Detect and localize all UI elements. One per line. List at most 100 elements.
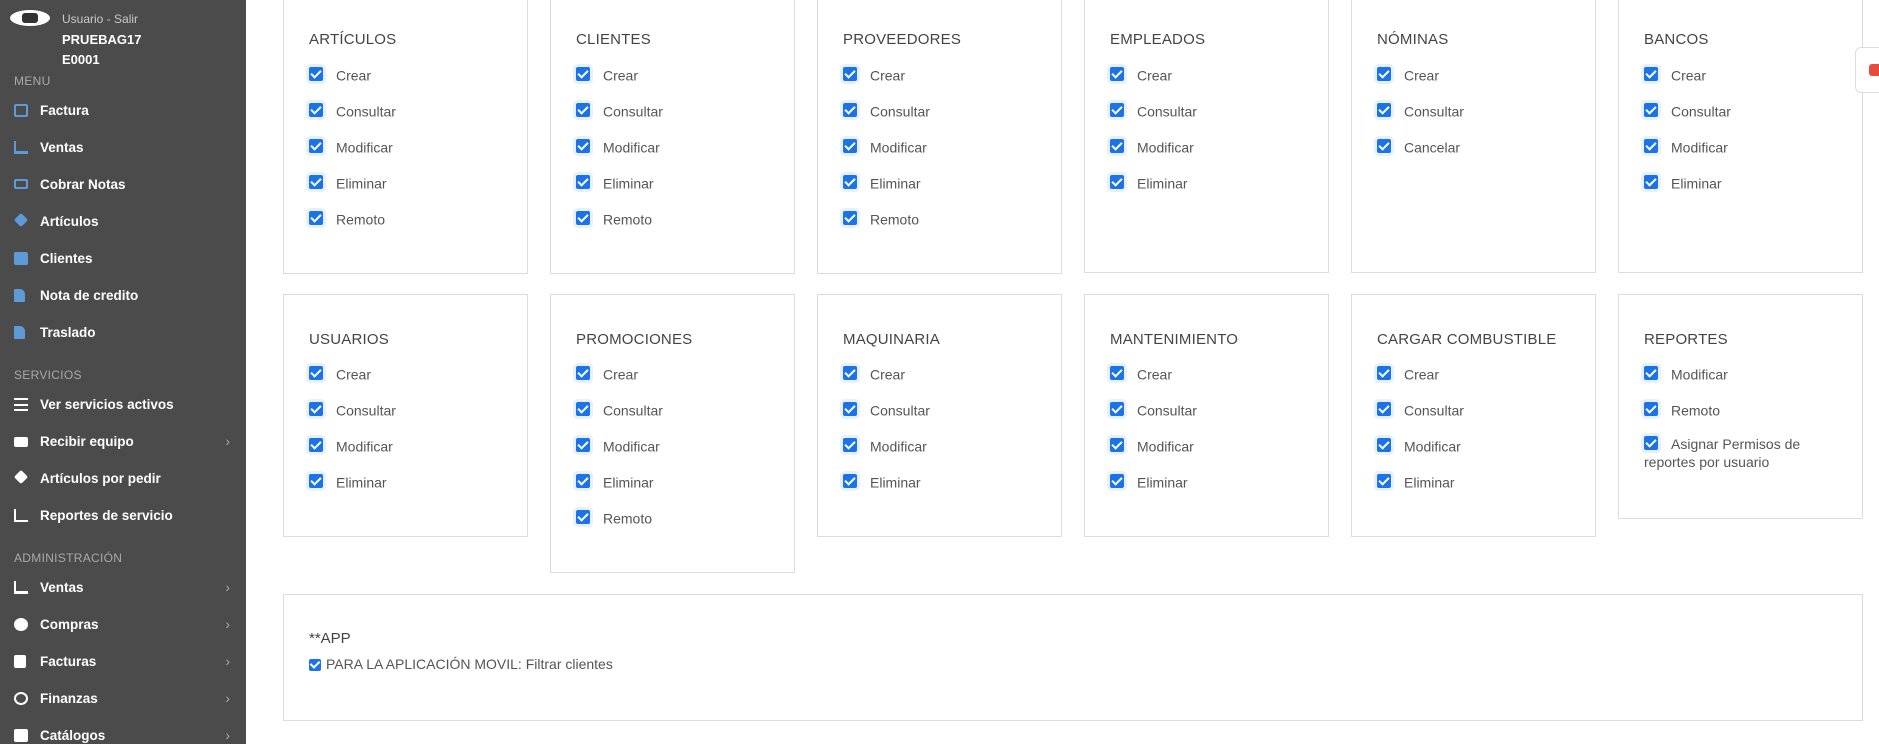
checkbox-checked[interactable] — [576, 175, 590, 189]
permission-checkbox-consultar[interactable]: Consultar — [576, 100, 663, 120]
sidebar-item-reportes-servicio[interactable]: Reportes de servicio — [0, 497, 246, 534]
checkbox-checked[interactable] — [1644, 436, 1658, 450]
sidebar-item-compras[interactable]: Compras › — [0, 606, 246, 643]
checkbox-checked[interactable] — [843, 366, 857, 380]
permission-checkbox-crear[interactable]: Crear — [1377, 363, 1439, 383]
checkbox-checked[interactable] — [576, 510, 590, 524]
checkbox-checked[interactable] — [309, 175, 323, 189]
sidebar-item-ventas[interactable]: Ventas — [0, 129, 246, 166]
permission-checkbox-consultar[interactable]: Consultar — [309, 100, 396, 120]
permission-checkbox-consultar[interactable]: Consultar — [576, 399, 663, 419]
checkbox-checked[interactable] — [1110, 402, 1124, 416]
permission-checkbox-consultar[interactable]: Consultar — [843, 100, 930, 120]
permission-checkbox-consultar[interactable]: Consultar — [843, 399, 930, 419]
sidebar-item-recibir-equipo[interactable]: Recibir equipo › — [0, 423, 246, 460]
checkbox-checked[interactable] — [843, 67, 857, 81]
permission-checkbox-modificar[interactable]: Modificar — [309, 136, 393, 156]
sidebar-item-factura[interactable]: Factura — [0, 92, 246, 129]
checkbox-checked[interactable] — [1377, 366, 1391, 380]
permission-checkbox-eliminar[interactable]: Eliminar — [843, 172, 921, 192]
checkbox-checked[interactable] — [576, 474, 590, 488]
checkbox-checked[interactable] — [1644, 67, 1658, 81]
permission-checkbox-eliminar[interactable]: Eliminar — [309, 471, 387, 491]
permission-checkbox-consultar[interactable]: Consultar — [1110, 399, 1197, 419]
checkbox-checked[interactable] — [843, 402, 857, 416]
checkbox-checked[interactable] — [1644, 103, 1658, 117]
sidebar-item-articulos[interactable]: Artículos — [0, 203, 246, 240]
permission-checkbox-crear[interactable]: Crear — [576, 363, 638, 383]
permission-checkbox-crear[interactable]: Crear — [576, 64, 638, 84]
permission-checkbox-cancelar[interactable]: Cancelar — [1377, 136, 1460, 156]
sidebar-item-facturas[interactable]: Facturas › — [0, 643, 246, 680]
permission-checkbox-consultar[interactable]: Consultar — [1644, 100, 1731, 120]
checkbox-checked[interactable] — [1377, 474, 1391, 488]
permission-checkbox-modificar[interactable]: Modificar — [309, 435, 393, 455]
checkbox-checked[interactable] — [1644, 139, 1658, 153]
checkbox-checked[interactable] — [1377, 103, 1391, 117]
sidebar-item-clientes[interactable]: Clientes — [0, 240, 246, 277]
checkbox-checked[interactable] — [309, 103, 323, 117]
checkbox-checked[interactable] — [843, 474, 857, 488]
checkbox-checked[interactable] — [1110, 175, 1124, 189]
permission-checkbox-modificar[interactable]: Modificar — [576, 435, 660, 455]
permission-checkbox-eliminar[interactable]: Eliminar — [1377, 471, 1455, 491]
checkbox-checked[interactable] — [576, 139, 590, 153]
checkbox-checked[interactable] — [576, 366, 590, 380]
checkbox-checked[interactable] — [843, 211, 857, 225]
checkbox-checked[interactable] — [843, 103, 857, 117]
checkbox-checked[interactable] — [309, 139, 323, 153]
checkbox-checked[interactable] — [576, 211, 590, 225]
notification-tab[interactable] — [1855, 47, 1879, 93]
checkbox-checked[interactable] — [1644, 366, 1658, 380]
permission-checkbox-modificar[interactable]: Modificar — [1644, 136, 1728, 156]
checkbox-checked[interactable] — [843, 175, 857, 189]
checkbox-checked[interactable] — [309, 402, 323, 416]
permission-checkbox-modificar[interactable]: Modificar — [1110, 435, 1194, 455]
permission-checkbox-crear[interactable]: Crear — [1110, 64, 1172, 84]
user-logout-link[interactable]: Usuario - Salir — [62, 12, 138, 26]
checkbox-checked[interactable] — [309, 659, 321, 671]
checkbox-checked[interactable] — [309, 438, 323, 452]
checkbox-checked[interactable] — [576, 438, 590, 452]
permission-checkbox-remoto[interactable]: Remoto — [309, 208, 385, 228]
permission-checkbox-consultar[interactable]: Consultar — [1110, 100, 1197, 120]
app-filter-clients-checkbox[interactable]: PARA LA APLICACIÓN MOVIL: Filtrar client… — [309, 656, 613, 672]
sidebar-item-cobrar-notas[interactable]: Cobrar Notas — [0, 166, 246, 203]
permission-checkbox-eliminar[interactable]: Eliminar — [1644, 172, 1722, 192]
checkbox-checked[interactable] — [309, 474, 323, 488]
permission-checkbox-remoto[interactable]: Remoto — [576, 507, 652, 527]
sidebar-item-nota-credito[interactable]: Nota de credito — [0, 277, 246, 314]
permission-checkbox-crear[interactable]: Crear — [1377, 64, 1439, 84]
permission-checkbox-eliminar[interactable]: Eliminar — [576, 172, 654, 192]
permission-checkbox-eliminar[interactable]: Eliminar — [843, 471, 921, 491]
checkbox-checked[interactable] — [309, 211, 323, 225]
permission-checkbox-consultar[interactable]: Consultar — [309, 399, 396, 419]
checkbox-checked[interactable] — [843, 139, 857, 153]
checkbox-checked[interactable] — [843, 438, 857, 452]
permission-checkbox-consultar[interactable]: Consultar — [1377, 399, 1464, 419]
checkbox-checked[interactable] — [576, 103, 590, 117]
checkbox-checked[interactable] — [1110, 438, 1124, 452]
permission-checkbox-remoto[interactable]: Remoto — [576, 208, 652, 228]
sidebar-item-catalogos[interactable]: Catálogos › — [0, 717, 246, 744]
permission-checkbox-eliminar[interactable]: Eliminar — [1110, 172, 1188, 192]
permission-checkbox-modificar[interactable]: Modificar — [576, 136, 660, 156]
permission-checkbox-modificar[interactable]: Modificar — [1644, 363, 1728, 383]
checkbox-checked[interactable] — [1110, 103, 1124, 117]
permission-checkbox-modificar[interactable]: Modificar — [843, 136, 927, 156]
checkbox-checked[interactable] — [1110, 474, 1124, 488]
checkbox-checked[interactable] — [1377, 402, 1391, 416]
permission-checkbox-eliminar[interactable]: Eliminar — [309, 172, 387, 192]
checkbox-checked[interactable] — [576, 67, 590, 81]
checkbox-checked[interactable] — [1644, 175, 1658, 189]
sidebar-item-finanzas[interactable]: Finanzas › — [0, 680, 246, 717]
permission-checkbox-modificar[interactable]: Modificar — [1377, 435, 1461, 455]
checkbox-checked[interactable] — [1377, 139, 1391, 153]
permission-checkbox-crear[interactable]: Crear — [309, 363, 371, 383]
checkbox-checked[interactable] — [1377, 438, 1391, 452]
sidebar-item-ver-servicios[interactable]: Ver servicios activos — [0, 386, 246, 423]
permission-checkbox-crear[interactable]: Crear — [1644, 64, 1706, 84]
permission-checkbox-crear[interactable]: Crear — [843, 64, 905, 84]
permission-checkbox-crear[interactable]: Crear — [1110, 363, 1172, 383]
sidebar-item-traslado[interactable]: Traslado — [0, 314, 246, 351]
